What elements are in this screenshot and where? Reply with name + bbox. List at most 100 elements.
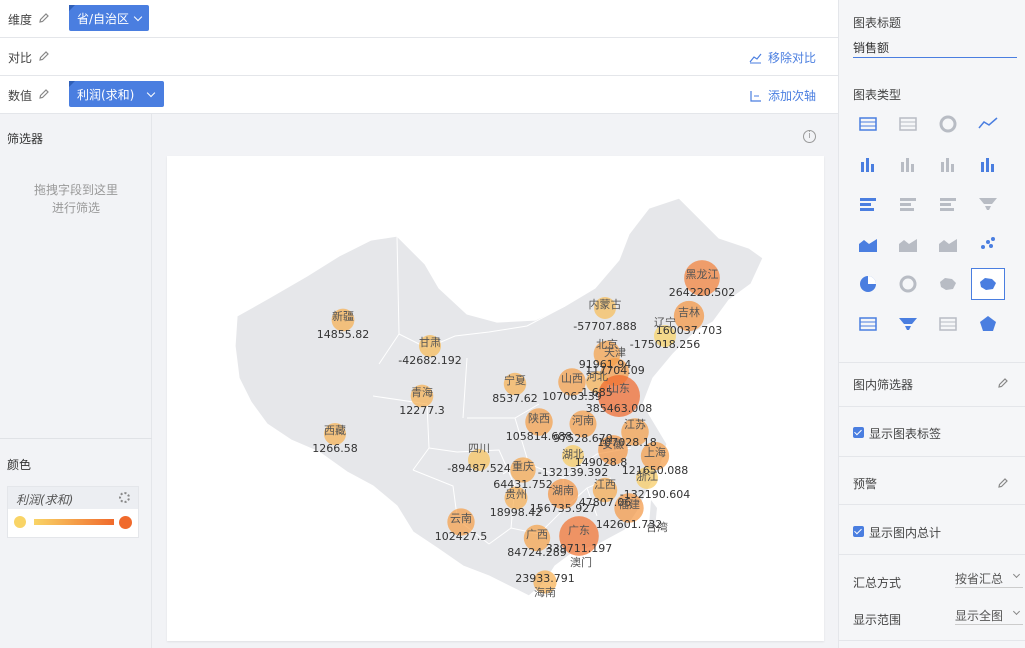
right-panel: 图表标题 销售额 图表类型 图内筛选器 显示图表标签 预警 显示图内总计 汇总方… <box>838 0 1025 648</box>
line-chart-icon[interactable] <box>971 108 1005 140</box>
chart-type-label: 图表类型 <box>853 88 902 102</box>
province-label: 山西 <box>561 372 583 385</box>
percent-area-chart-icon[interactable] <box>931 228 965 260</box>
province-label: 河南 <box>572 414 594 427</box>
funnel-chart-icon[interactable] <box>891 308 925 340</box>
value-label: 1266.58 <box>312 442 358 455</box>
flow-map-chart-icon[interactable] <box>931 268 965 300</box>
display-range-select[interactable]: 显示全图 <box>955 605 1023 625</box>
high-color-dot <box>119 516 132 529</box>
value-label: 23933.791 <box>515 572 575 585</box>
grouped-column-chart-icon[interactable] <box>971 148 1005 180</box>
show-labels-checkbox[interactable] <box>853 427 864 438</box>
province-label: 辽宁 <box>654 315 676 329</box>
dimension-label: 维度 <box>8 13 33 27</box>
pencil-icon[interactable] <box>38 50 50 62</box>
dimension-row: 维度 省/自治区 <box>0 0 838 38</box>
section-divider <box>839 554 1025 555</box>
province-label: 江苏 <box>624 418 646 431</box>
region-label: 台湾 <box>646 520 668 534</box>
dimension-pill-label: 省/自治区 <box>77 11 130 26</box>
bar-chart-icon[interactable] <box>851 188 885 220</box>
province-label: 湖北 <box>562 448 584 461</box>
bubble-map-chart-icon[interactable] <box>971 268 1005 300</box>
chart-area: i 黑龙江 264220.502 吉林 160037.703 辽宁 -175018.256… <box>153 114 838 648</box>
gauge-chart-icon[interactable] <box>931 108 965 140</box>
funnel-compare-chart-icon[interactable] <box>971 188 1005 220</box>
color-field-header[interactable]: 利润(求和) <box>8 487 138 509</box>
province-label: 重庆 <box>512 459 534 473</box>
range-chart-icon[interactable] <box>851 308 885 340</box>
left-panel: 筛选器 拖拽字段到这里 进行筛选 颜色 利润(求和) <box>0 114 152 648</box>
chart-title-input[interactable]: 销售额 <box>853 36 1017 58</box>
province-label: 云南 <box>450 512 472 525</box>
table-chart-icon[interactable] <box>851 108 885 140</box>
aggregation-label: 汇总方式 <box>853 576 902 590</box>
kpi-chart-icon[interactable] <box>891 108 925 140</box>
pie-chart-icon[interactable] <box>851 268 885 300</box>
province-label: 天津 <box>604 346 626 359</box>
section-divider <box>839 362 1025 363</box>
stacked-area-chart-icon[interactable] <box>891 228 925 260</box>
area-chart-icon[interactable] <box>851 228 885 260</box>
value-label: 8537.62 <box>492 392 538 405</box>
section-divider <box>839 504 1025 505</box>
province-label: 安徽 <box>602 437 624 451</box>
chart-title-label: 图表标题 <box>853 16 902 30</box>
section-divider <box>839 406 1025 407</box>
radar-chart-icon[interactable] <box>971 308 1005 340</box>
value-label: 339711.197 <box>546 542 612 555</box>
pencil-icon[interactable] <box>38 12 50 24</box>
province-label: 青海 <box>411 385 433 399</box>
remove-compare-button[interactable]: 移除对比 <box>749 49 816 66</box>
filter-drop-zone[interactable]: 拖拽字段到这里 进行筛选 <box>0 181 152 217</box>
value-label: 14855.82 <box>317 328 370 341</box>
value-label: 264220.502 <box>669 286 735 299</box>
pencil-icon[interactable] <box>38 88 50 100</box>
province-label: 甘肃 <box>419 336 441 349</box>
province-label: 宁夏 <box>504 373 526 387</box>
value-label: 102427.5 <box>435 530 488 543</box>
stacked-column-chart-icon[interactable] <box>891 148 925 180</box>
value-label: 12277.3 <box>399 404 445 417</box>
add-secondary-axis-button[interactable]: 添加次轴 <box>750 87 816 104</box>
compare-row: 对比 移除对比 <box>0 38 838 76</box>
province-label: 福建 <box>618 497 640 511</box>
aggregation-select[interactable]: 按省汇总 <box>955 568 1023 588</box>
province-label: 广东 <box>568 524 590 537</box>
info-icon[interactable]: i <box>803 130 816 143</box>
percent-bar-chart-icon[interactable] <box>931 188 965 220</box>
scatter-chart-icon[interactable] <box>971 228 1005 260</box>
section-divider <box>839 456 1025 457</box>
axis-icon <box>750 90 761 102</box>
ring-chart-icon[interactable] <box>891 268 925 300</box>
divider <box>0 438 152 439</box>
value-label: 数值 <box>8 89 33 103</box>
stacked-bar-chart-icon[interactable] <box>891 188 925 220</box>
pencil-icon[interactable] <box>997 477 1009 489</box>
bubble-map: 黑龙江264220.502吉林160037.703辽宁-175018.256内蒙… <box>234 197 764 599</box>
value-row: 数值 利润(求和) 添加次轴 <box>0 76 838 114</box>
column-chart-icon[interactable] <box>851 148 885 180</box>
province-label: 湖南 <box>552 484 574 497</box>
inner-filter-label: 图内筛选器 <box>853 378 914 392</box>
dimension-pill[interactable]: 省/自治区 <box>69 5 150 31</box>
pencil-icon[interactable] <box>997 377 1009 389</box>
chevron-down-icon <box>1012 607 1021 616</box>
province-label: 西藏 <box>324 424 346 437</box>
word-cloud-chart-icon[interactable] <box>931 308 965 340</box>
filter-hint-line2: 进行筛选 <box>51 201 100 215</box>
province-label: 江西 <box>594 478 616 491</box>
value-label: -42682.192 <box>398 354 461 367</box>
value-label: -57707.888 <box>573 320 636 333</box>
gear-icon[interactable] <box>119 492 130 503</box>
chevron-down-icon <box>1012 570 1021 579</box>
aggregation-value: 按省汇总 <box>955 572 1004 586</box>
show-total-checkbox[interactable] <box>853 526 864 537</box>
value-pill[interactable]: 利润(求和) <box>69 81 165 107</box>
value-pill-label: 利润(求和) <box>77 87 135 102</box>
show-total-label: 显示图内总计 <box>869 526 942 540</box>
province-label: 河北 <box>586 370 608 383</box>
color-legend: 利润(求和) <box>7 486 139 538</box>
percent-column-chart-icon[interactable] <box>931 148 965 180</box>
